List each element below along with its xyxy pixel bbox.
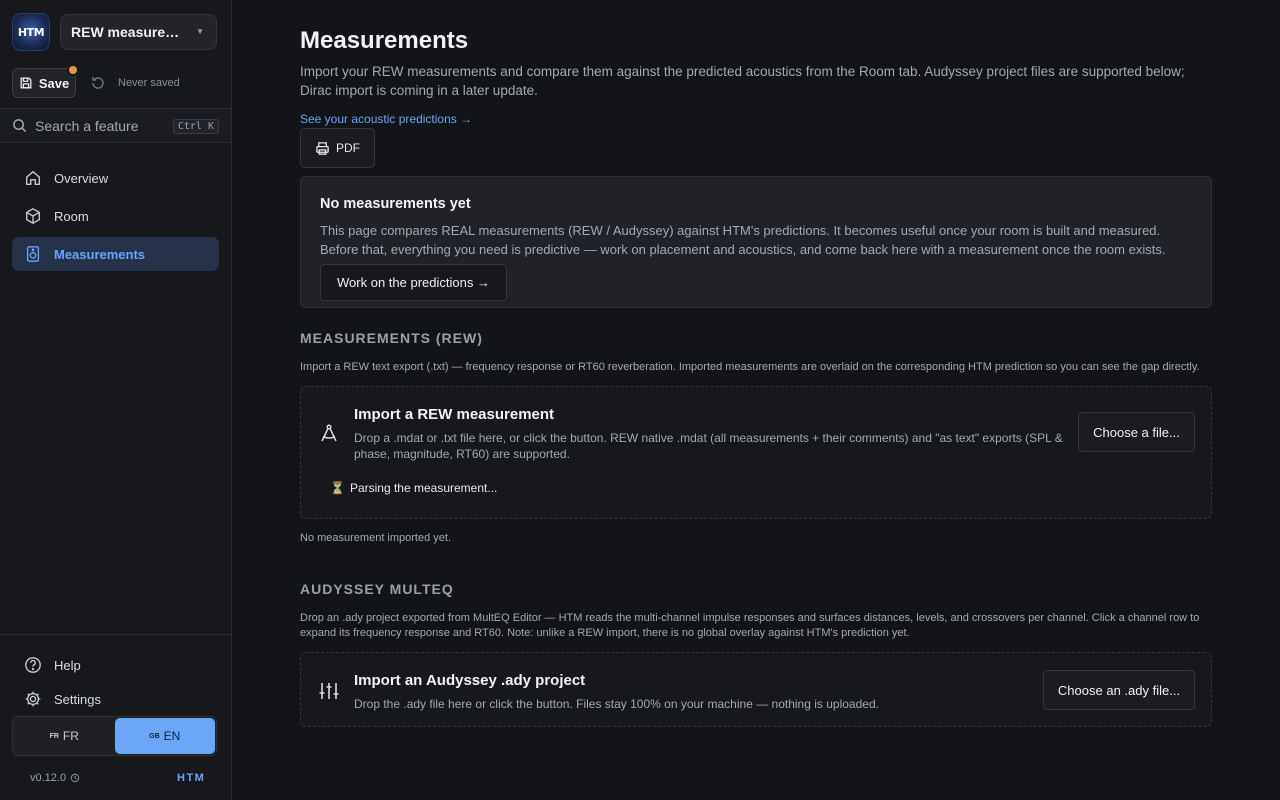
sliders-icon [319, 683, 339, 699]
empty-state-body: This page compares REAL measurements (RE… [320, 223, 1166, 257]
save-label: Save [38, 75, 70, 91]
save-button[interactable]: Save [12, 66, 77, 98]
project-selector[interactable]: REW measurem... ▼ [60, 14, 217, 50]
hourglass-icon: ⏳ [330, 481, 345, 495]
save-status: Never saved [118, 77, 180, 89]
brand-row: HTM REW measurem... ▼ [12, 13, 217, 51]
pdf-export-button[interactable]: PDF [300, 128, 375, 168]
page-description: Import your REW measurements and compare… [300, 64, 1185, 98]
save-row: Save Never saved [12, 66, 180, 98]
history-icon[interactable] [70, 773, 80, 783]
settings-label: Settings [54, 691, 101, 707]
help-label: Help [54, 657, 81, 673]
flag-gb-icon: GB [149, 732, 160, 740]
main-nav: Overview Room Measurements [12, 161, 219, 275]
lang-fr-button[interactable]: FR FR [14, 718, 115, 754]
page-title: Measurements [300, 27, 469, 54]
pdf-label: PDF [336, 141, 360, 155]
rew-import-description: Drop a .mdat or .txt file here, or click… [354, 431, 1063, 461]
chevron-down-icon: ▼ [196, 27, 204, 36]
search-icon [13, 119, 27, 133]
parsing-label: Parsing the measurement... [349, 481, 498, 495]
choose-ady-file-button[interactable]: Choose an .ady file... [1043, 670, 1195, 710]
acoustic-predictions-link[interactable]: See your acoustic predictions → [300, 112, 472, 126]
audyssey-import-dropzone[interactable]: Import an Audyssey .ady project Drop the… [300, 652, 1212, 727]
parsing-status: ⏳ Parsing the measurement... [330, 481, 497, 495]
save-icon [20, 77, 32, 89]
sidebar: HTM REW measurem... ▼ Save Never saved S… [0, 0, 232, 800]
rew-import-dropzone[interactable]: Import a REW measurement Drop a .mdat or… [300, 386, 1212, 519]
audyssey-import-title: Import an Audyssey .ady project [354, 672, 586, 689]
audyssey-section-heading: AUDYSSEY MULTEQ [300, 581, 454, 597]
project-name: REW measurem... [71, 24, 189, 40]
nav-label: Measurements [54, 246, 146, 262]
empty-state-card: No measurements yet This page compares R… [300, 176, 1212, 308]
lang-label: EN [163, 729, 181, 743]
brand-mark: HTM [177, 772, 206, 784]
nav-item-overview[interactable]: Overview [12, 161, 219, 195]
printer-icon [316, 141, 329, 155]
version-label: v0.12.0 [30, 772, 67, 784]
sidebar-footer [0, 634, 231, 635]
history-icon[interactable] [90, 75, 106, 91]
home-icon [26, 170, 40, 185]
no-measurement-note: No measurement imported yet. [300, 532, 452, 544]
search-placeholder: Search a feature [35, 117, 139, 134]
rew-section-heading: MEASUREMENTS (REW) [300, 330, 483, 346]
nav-label: Overview [54, 170, 109, 186]
compass-icon [321, 424, 337, 442]
cube-icon [26, 208, 40, 224]
feature-search[interactable]: Search a feature Ctrl K [0, 108, 231, 143]
flag-fr-icon: FR [49, 732, 59, 740]
search-shortcut: Ctrl K [172, 119, 219, 134]
choose-file-button[interactable]: Choose a file... [1078, 412, 1195, 452]
help-icon [25, 657, 41, 673]
audyssey-import-description: Drop the .ady file here or click the but… [354, 697, 879, 711]
speaker-icon [26, 246, 40, 262]
lang-label: FR [62, 729, 79, 743]
work-on-predictions-button[interactable]: Work on the predictions → [320, 264, 507, 301]
nav-item-measurements[interactable]: Measurements [12, 237, 219, 271]
settings-link[interactable]: Settings [24, 690, 101, 708]
audyssey-section-description: Drop an .ady project exported from MultE… [300, 612, 1200, 639]
lang-en-button[interactable]: GB EN [114, 718, 215, 754]
app-version: v0.12.0 [30, 772, 80, 784]
rew-section-description: Import a REW text export (.txt) — freque… [300, 361, 1200, 373]
nav-label: Room [54, 208, 89, 224]
gear-icon [25, 691, 41, 707]
help-link[interactable]: Help [24, 656, 81, 674]
rew-import-title: Import a REW measurement [354, 406, 555, 423]
nav-item-room[interactable]: Room [12, 199, 219, 233]
unsaved-indicator [69, 66, 77, 74]
language-toggle: FR FR GB EN [12, 716, 217, 756]
empty-state-title: No measurements yet [320, 196, 471, 212]
app-logo[interactable]: HTM [12, 13, 50, 51]
